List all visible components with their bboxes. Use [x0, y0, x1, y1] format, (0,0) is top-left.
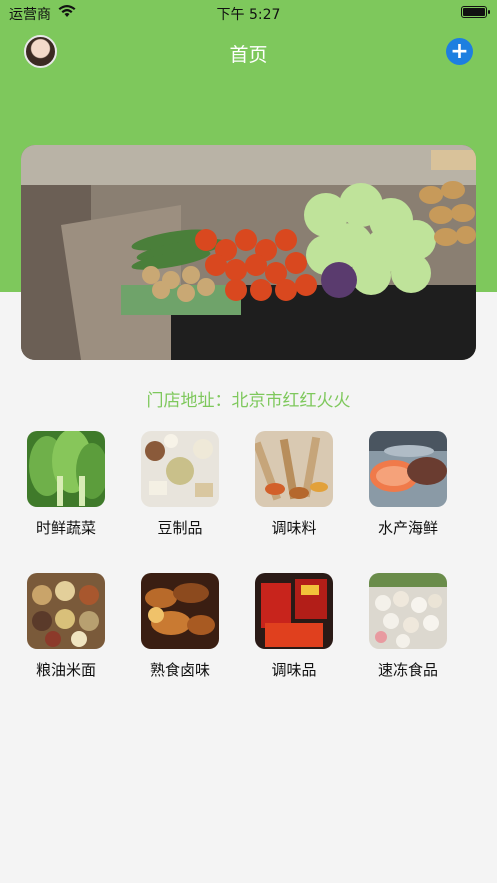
- seafood-image: [369, 431, 447, 507]
- category-item-seafood[interactable]: 水产海鲜: [358, 431, 458, 538]
- category-label: 调味料: [271, 519, 317, 537]
- condiments-image: [255, 573, 333, 649]
- market-produce-photo: [21, 145, 476, 360]
- category-label: 时鲜蔬菜: [35, 519, 96, 537]
- nav-bar: 首页 +: [0, 30, 497, 74]
- category-item-vegetables[interactable]: 时鲜蔬菜: [16, 431, 116, 538]
- banner-image[interactable]: [21, 145, 476, 360]
- braised-food-image: [141, 573, 219, 649]
- clock: 下午 5:27: [216, 7, 281, 23]
- frozen-food-image: [369, 573, 447, 649]
- category-label: 速冻食品: [377, 661, 438, 679]
- seasoning-image: [255, 431, 333, 507]
- category-label: 熟食卤味: [149, 661, 210, 679]
- category-label: 水产海鲜: [377, 519, 438, 537]
- status-bar: 运营商 下午 5:27: [0, 0, 497, 26]
- category-item-braised[interactable]: 熟食卤味: [130, 573, 230, 680]
- store-address: 门店地址：北京市红红火火: [146, 391, 351, 411]
- category-item-condiments[interactable]: 调味品: [244, 573, 344, 680]
- category-item-seasoning[interactable]: 调味料: [244, 431, 344, 538]
- tofu-image: [141, 431, 219, 507]
- vegetables-image: [27, 431, 105, 507]
- category-label: 粮油米面: [35, 661, 96, 679]
- category-item-tofu[interactable]: 豆制品: [130, 431, 230, 538]
- category-label: 调味品: [271, 661, 317, 679]
- add-button[interactable]: +: [446, 38, 473, 65]
- category-label: 豆制品: [157, 519, 203, 537]
- page-title: 首页: [229, 44, 268, 66]
- category-item-frozen[interactable]: 速冻食品: [358, 573, 458, 680]
- battery-icon: [461, 6, 490, 18]
- plus-icon: +: [450, 39, 469, 64]
- category-item-grains[interactable]: 粮油米面: [16, 573, 116, 680]
- grains-image: [27, 573, 105, 649]
